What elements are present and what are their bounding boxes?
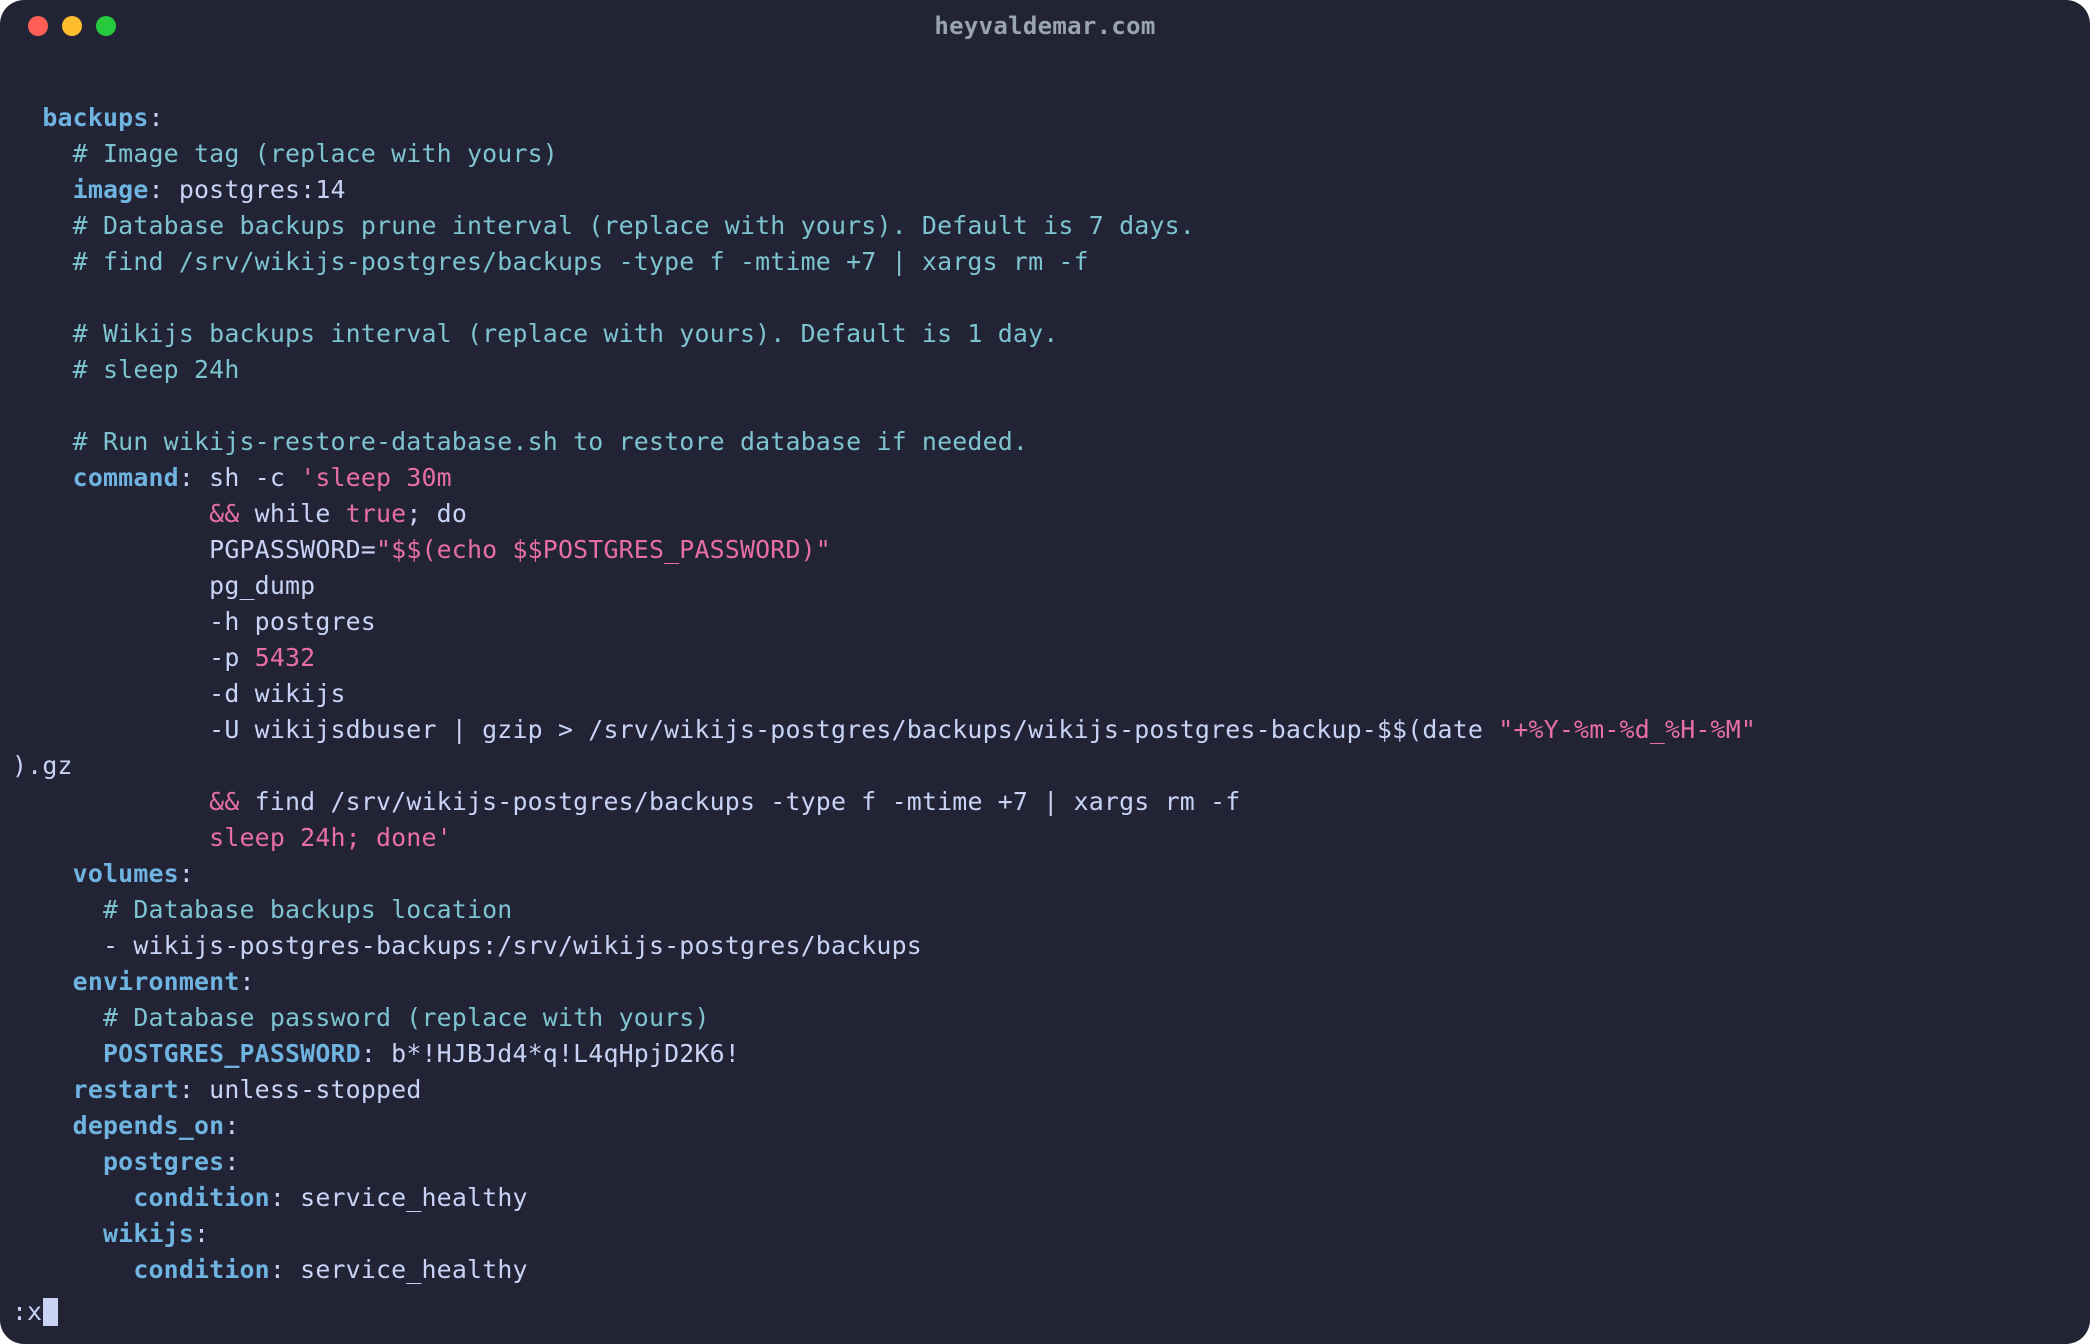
yaml-key-volumes: volumes: [73, 859, 179, 888]
shell-string: "$$(echo $$POSTGRES_PASSWORD)": [376, 535, 831, 564]
shell-text: ).gz: [12, 751, 73, 780]
yaml-comment: # Database backups prune interval (repla…: [73, 211, 1195, 240]
shell-keyword-true: true: [346, 499, 407, 528]
yaml-value-image: postgres:14: [164, 175, 346, 204]
yaml-key-dep-wikijs: wikijs: [103, 1219, 194, 1248]
colon: :: [179, 463, 194, 492]
shell-string: 'sleep 30m: [300, 463, 452, 492]
indent: [12, 607, 209, 636]
indent: [12, 1183, 133, 1212]
indent: [12, 859, 73, 888]
indent: [12, 103, 42, 132]
shell-text: -p: [209, 643, 255, 672]
yaml-value-password: b*!HJBJd4*q!L4qHpjD2K6!: [376, 1039, 740, 1068]
yaml-key-condition: condition: [133, 1255, 270, 1284]
shell-string: "+%Y-%m-%d_%H-%M": [1498, 715, 1756, 744]
colon: :: [361, 1039, 376, 1068]
indent: [12, 175, 73, 204]
yaml-value-restart: unless-stopped: [194, 1075, 421, 1104]
yaml-key-condition: condition: [133, 1183, 270, 1212]
colon: :: [270, 1183, 285, 1212]
indent: [12, 895, 103, 924]
colon: :: [179, 859, 194, 888]
shell-text: ; do: [406, 499, 467, 528]
yaml-comment: # Wikijs backups interval (replace with …: [73, 319, 1059, 348]
colon: :: [149, 103, 164, 132]
indent: [12, 1147, 103, 1176]
shell-text: while: [240, 499, 346, 528]
indent: [12, 247, 73, 276]
yaml-key-dep-postgres: postgres: [103, 1147, 224, 1176]
colon: :: [179, 1075, 194, 1104]
shell-text: pg_dump: [209, 571, 315, 600]
colon: :: [224, 1111, 239, 1140]
indent: [12, 1039, 103, 1068]
colon: :: [270, 1255, 285, 1284]
indent: [12, 1219, 103, 1248]
window-titlebar: heyvaldemar.com: [0, 0, 2090, 52]
indent: [12, 643, 209, 672]
shell-text: PGPASSWORD=: [209, 535, 376, 564]
yaml-key-postgres-password: POSTGRES_PASSWORD: [103, 1039, 361, 1068]
indent: [12, 535, 209, 564]
shell-number: 5432: [255, 643, 316, 672]
indent: [12, 679, 209, 708]
colon: :: [224, 1147, 239, 1176]
yaml-key-image: image: [73, 175, 149, 204]
indent: [12, 823, 209, 852]
shell-text: -h postgres: [209, 607, 376, 636]
indent: [12, 1255, 133, 1284]
shell-string: sleep 24h; done': [209, 823, 452, 852]
indent: [12, 463, 73, 492]
indent: [12, 1003, 103, 1032]
yaml-list-item: - wikijs-postgres-backups:/srv/wikijs-po…: [103, 931, 922, 960]
shell-text: find /srv/wikijs-postgres/backups -type …: [240, 787, 1241, 816]
terminal-window: heyvaldemar.com backups: # Image tag (re…: [0, 0, 2090, 1344]
yaml-comment: # find /srv/wikijs-postgres/backups -typ…: [73, 247, 1089, 276]
indent: [12, 967, 73, 996]
editor-command-line[interactable]: :x: [12, 1297, 58, 1326]
colon: :: [240, 967, 255, 996]
cursor-icon: [43, 1298, 58, 1326]
indent: [12, 427, 73, 456]
shell-text: -d wikijs: [209, 679, 346, 708]
shell-text: sh -c: [194, 463, 300, 492]
indent: [12, 319, 73, 348]
yaml-key-command: command: [73, 463, 179, 492]
indent: [12, 355, 73, 384]
window-title: heyvaldemar.com: [0, 12, 2090, 40]
yaml-key-depends-on: depends_on: [73, 1111, 225, 1140]
yaml-value-condition: service_healthy: [285, 1183, 528, 1212]
yaml-key-backups: backups: [42, 103, 148, 132]
indent: [12, 499, 209, 528]
yaml-key-environment: environment: [73, 967, 240, 996]
yaml-comment: # Image tag (replace with yours): [73, 139, 558, 168]
indent: [12, 715, 209, 744]
colon: :: [194, 1219, 209, 1248]
indent: [12, 1111, 73, 1140]
indent: [12, 571, 209, 600]
terminal-content[interactable]: backups: # Image tag (replace with yours…: [0, 52, 2090, 1288]
yaml-comment: # Run wikijs-restore-database.sh to rest…: [73, 427, 1028, 456]
colon: :: [149, 175, 164, 204]
indent: [12, 787, 209, 816]
shell-text: -U wikijsdbuser | gzip > /srv/wikijs-pos…: [209, 715, 1498, 744]
command-text: :x: [12, 1297, 42, 1326]
yaml-comment: # Database password (replace with yours): [103, 1003, 710, 1032]
indent: [12, 931, 103, 960]
indent: [12, 139, 73, 168]
indent: [12, 211, 73, 240]
indent: [12, 1075, 73, 1104]
yaml-value-condition: service_healthy: [285, 1255, 528, 1284]
shell-operator-and: &&: [209, 499, 239, 528]
yaml-comment: # sleep 24h: [73, 355, 240, 384]
shell-operator-and: &&: [209, 787, 239, 816]
yaml-key-restart: restart: [73, 1075, 179, 1104]
yaml-comment: # Database backups location: [103, 895, 512, 924]
